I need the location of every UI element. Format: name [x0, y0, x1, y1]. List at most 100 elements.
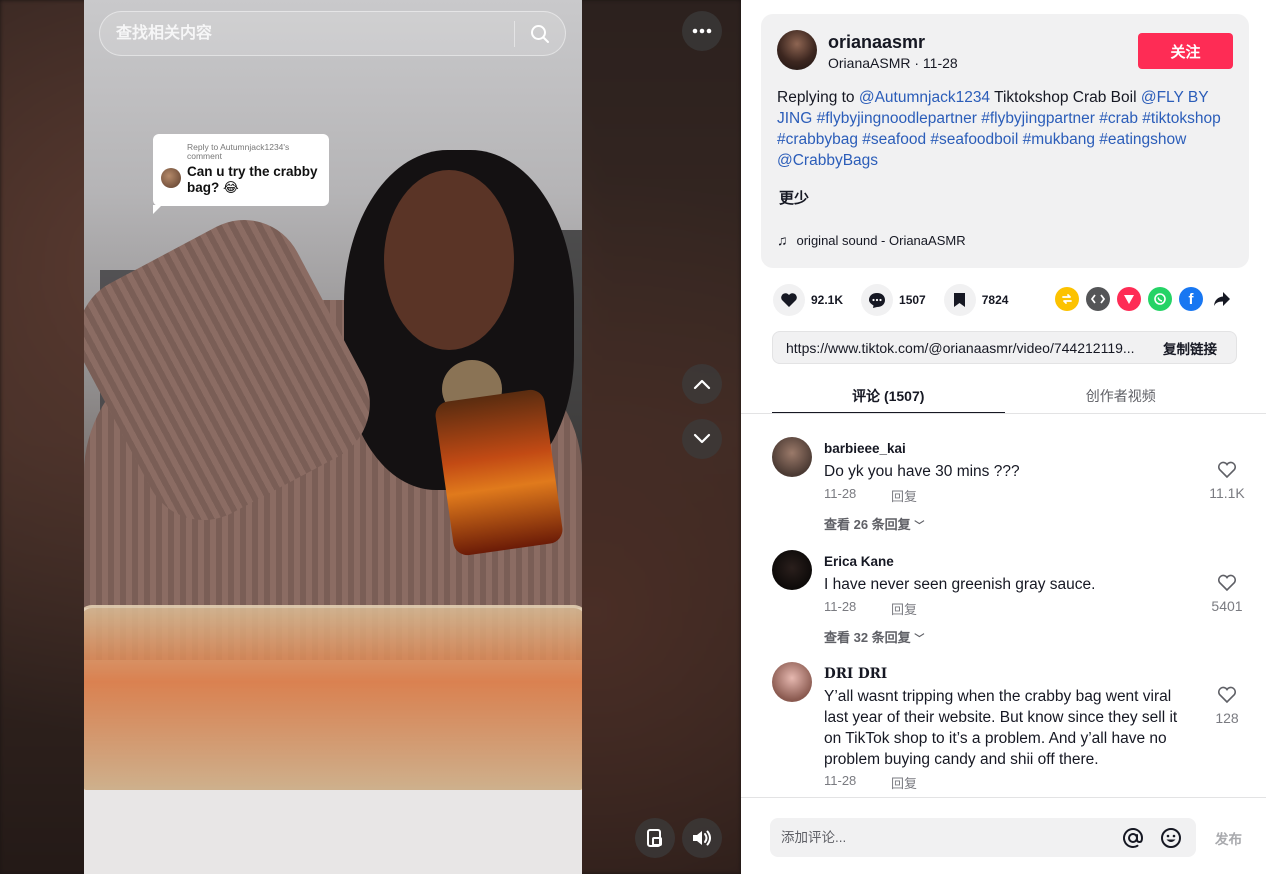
save-action[interactable]: 7824	[943, 284, 1008, 316]
desc-text: Tiktokshop Crab Boil	[990, 89, 1141, 106]
post-comment-button[interactable]: 发布	[1215, 828, 1242, 848]
tab-comments[interactable]: 评论 (1507)	[772, 378, 1005, 414]
desc-reply-mention[interactable]: @Autumnjack1234	[859, 89, 990, 106]
comment-like[interactable]: 128	[1207, 686, 1247, 726]
like-count: 92.1K	[811, 293, 844, 307]
video-area: Reply to Autumnjack1234's comment Can u …	[0, 0, 741, 874]
comment-count: 1507	[899, 293, 926, 307]
author-meta: OrianaASMR · 11-28	[828, 55, 958, 71]
video-sauce-jar	[433, 388, 565, 557]
chevron-up-icon	[693, 379, 711, 390]
bookmark-icon	[954, 293, 966, 307]
comment-like-count: 5401	[1211, 598, 1243, 614]
comment-avatar[interactable]	[772, 662, 812, 702]
music-title: original sound - OrianaASMR	[796, 232, 966, 248]
video-description: Replying to @Autumnjack1234 Tiktokshop C…	[777, 87, 1237, 171]
view-replies-label: 查看 32 条回复	[824, 630, 911, 645]
tab-creator-videos[interactable]: 创作者视频	[1005, 378, 1238, 414]
comment-like-count: 128	[1215, 710, 1239, 726]
comment-reply-button[interactable]: 回复	[891, 599, 917, 618]
comment-bubble-icon	[869, 292, 886, 308]
like-button[interactable]	[773, 284, 805, 316]
speaker-icon	[693, 830, 711, 846]
send-icon[interactable]	[1117, 287, 1141, 311]
comment-list[interactable]: barbieee_kai Do yk you have 30 mins ??? …	[741, 420, 1266, 796]
reply-question: Can u try the crabby bag? 😂	[187, 164, 318, 195]
video-search-bar[interactable]	[99, 11, 566, 56]
video-url[interactable]: https://www.tiktok.com/@orianaasmr/video…	[773, 340, 1144, 356]
tiktok-video-page: Reply to Autumnjack1234's comment Can u …	[0, 0, 1266, 874]
author-avatar[interactable]	[777, 30, 817, 70]
comment-like-count: 11.1K	[1209, 485, 1245, 501]
comment-like[interactable]: 5401	[1207, 574, 1247, 614]
embed-icon[interactable]	[1086, 287, 1110, 311]
next-video-button[interactable]	[682, 419, 722, 459]
mention-icon[interactable]	[1120, 825, 1146, 851]
volume-button[interactable]	[682, 818, 722, 858]
whatsapp-icon[interactable]	[1148, 287, 1172, 311]
desc-prefix: Replying to	[777, 89, 859, 106]
follow-button[interactable]: 关注	[1138, 33, 1233, 69]
tabs-divider	[741, 413, 1266, 414]
facebook-icon[interactable]: f	[1179, 287, 1203, 311]
comment-action[interactable]: 1507	[861, 284, 926, 316]
search-input[interactable]	[100, 12, 514, 55]
comment-composer	[770, 818, 1196, 857]
reply-avatar	[161, 168, 181, 188]
video-link-box: https://www.tiktok.com/@orianaasmr/video…	[772, 331, 1237, 364]
video-person-face	[384, 170, 514, 350]
comment-username[interactable]: Erica Kane	[824, 554, 894, 569]
comment-date: 11-28	[824, 599, 857, 614]
view-replies-button[interactable]: 查看 26 条回复 ﹀	[824, 514, 924, 533]
author-card: orianaasmr OrianaASMR · 11-28 关注 Replyin…	[761, 14, 1249, 268]
view-replies-button[interactable]: 查看 32 条回复 ﹀	[824, 627, 924, 646]
author-username[interactable]: orianaasmr	[828, 32, 925, 53]
like-action[interactable]: 92.1K	[773, 284, 843, 316]
share-arrow-icon[interactable]	[1210, 287, 1234, 311]
repost-icon[interactable]	[1055, 287, 1079, 311]
composer-divider	[741, 797, 1266, 798]
comment-item: barbieee_kai Do yk you have 30 mins ??? …	[772, 437, 1247, 537]
chevron-down-icon: ﹀	[914, 634, 925, 645]
previous-video-button[interactable]	[682, 364, 722, 404]
reply-comment-sticker: Reply to Autumnjack1234's comment Can u …	[153, 134, 329, 214]
comment-item: Erica Kane I have never seen greenish gr…	[772, 550, 1247, 650]
comment-avatar[interactable]	[772, 550, 812, 590]
comment-reply-button[interactable]: 回复	[891, 773, 917, 792]
video-table	[84, 790, 582, 874]
panel-tabs: 评论 (1507) 创作者视频	[772, 378, 1237, 414]
heart-icon	[781, 293, 797, 307]
comment-text: Y’all wasnt tripping when the crabby bag…	[824, 688, 1178, 768]
comment-text: I have never seen greenish gray sauce.	[824, 576, 1096, 593]
comment-date: 11-28	[824, 773, 857, 788]
music-note-icon: ♫	[777, 232, 788, 248]
share-icons: f	[1055, 287, 1241, 311]
more-options-button[interactable]	[682, 11, 722, 51]
comment-text: Do yk you have 30 mins ???	[824, 463, 1020, 480]
comment-username[interactable]: 𝐃𝐑𝐈 𝐃𝐑𝐈	[824, 666, 887, 682]
search-icon	[531, 24, 549, 43]
chevron-down-icon	[693, 433, 711, 444]
comment-button[interactable]	[861, 284, 894, 316]
music-link[interactable]: ♫ original sound - OrianaASMR	[777, 232, 966, 248]
heart-outline-icon	[1217, 461, 1237, 479]
view-replies-label: 查看 26 条回复	[824, 517, 911, 532]
copy-link-button[interactable]: 复制链接	[1144, 338, 1236, 358]
comment-reply-button[interactable]: 回复	[891, 486, 917, 505]
show-less-button[interactable]: 更少	[779, 187, 809, 208]
comment-username[interactable]: barbieee_kai	[824, 441, 906, 456]
picture-in-picture-button[interactable]	[635, 818, 675, 858]
search-button[interactable]	[515, 12, 565, 55]
action-bar: 92.1K 1507 7824	[773, 283, 1026, 317]
video-crab-tray	[84, 605, 582, 795]
comment-avatar[interactable]	[772, 437, 812, 477]
details-panel: orianaasmr OrianaASMR · 11-28 关注 Replyin…	[741, 0, 1266, 874]
comment-input[interactable]	[770, 830, 1120, 845]
save-button[interactable]	[943, 284, 976, 316]
comment-date: 11-28	[824, 486, 857, 501]
emoji-icon[interactable]	[1158, 825, 1184, 851]
video-player[interactable]	[84, 0, 582, 874]
reply-to-label: Reply to Autumnjack1234's comment	[187, 142, 290, 161]
comment-like[interactable]: 11.1K	[1207, 461, 1247, 501]
heart-outline-icon	[1217, 574, 1237, 592]
